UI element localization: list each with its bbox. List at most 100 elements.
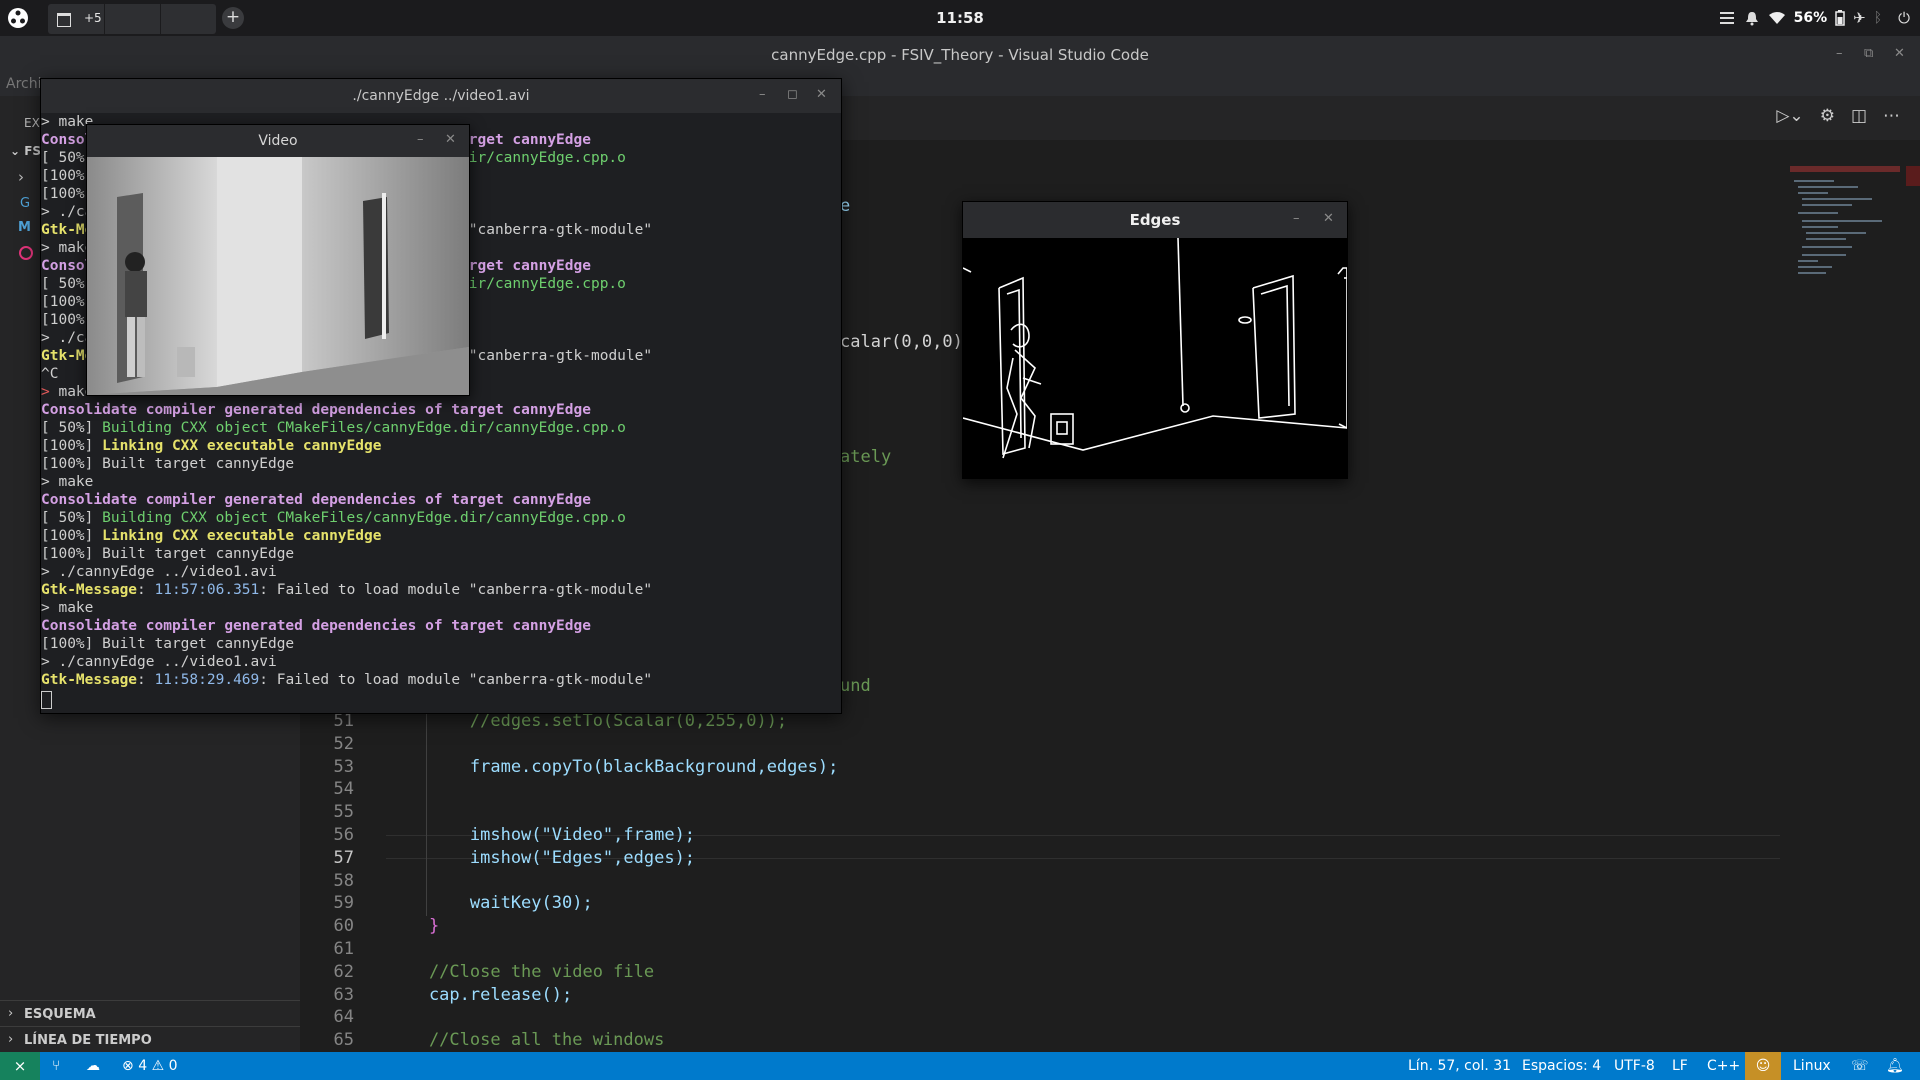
terminal-text: [100%]	[41, 438, 103, 454]
status-bar: ⨯ ⑂ ☁ ⊗ 4 ⚠ 0 Lín. 57, col. 31 Espacios:…	[0, 1052, 1920, 1080]
code-line: cap.release();	[388, 984, 573, 1005]
code-line: waitKey(30);	[388, 893, 593, 914]
minimize-icon[interactable]: –	[1293, 211, 1300, 226]
terminal-titlebar[interactable]: ./cannyEdge ../video1.avi – ◻ ✕	[41, 79, 841, 113]
minimize-icon[interactable]: –	[417, 132, 424, 147]
line-number: 60	[333, 916, 354, 937]
battery-icon[interactable]	[1835, 10, 1845, 26]
chevron-right-icon: ›	[8, 1032, 14, 1047]
source-control-icon[interactable]: ⑂	[52, 1058, 60, 1074]
terminal-line: > make	[41, 473, 93, 491]
end-of-line[interactable]: LF	[1672, 1058, 1688, 1074]
error-count: 4	[138, 1058, 148, 1074]
close-icon[interactable]: ✕	[816, 87, 827, 102]
code-fragment: und	[840, 676, 871, 696]
line-number: 63	[333, 984, 354, 1005]
airplane-icon[interactable]: ✈	[1853, 9, 1866, 27]
edges-window[interactable]: Edges – ✕	[962, 201, 1348, 479]
terminal-line: > make	[41, 599, 93, 617]
menu-item-file[interactable]: Archi	[6, 76, 42, 92]
terminal-line: Consolidate compiler generated dependenc…	[41, 401, 591, 419]
minimize-icon[interactable]: –	[759, 87, 766, 102]
taskbar-window-group[interactable]: +5	[48, 4, 216, 34]
video-window[interactable]: Video – ✕	[86, 124, 470, 396]
language-mode[interactable]: C++	[1707, 1058, 1740, 1074]
code-line: imshow("Edges",edges);	[388, 847, 696, 868]
restore-icon[interactable]: ⧉	[1864, 46, 1873, 61]
line-number: 64	[333, 1007, 354, 1028]
indentation[interactable]: Espacios: 4	[1522, 1058, 1601, 1074]
notifications-icon[interactable]: 🔔︎	[1886, 1058, 1904, 1074]
cursor-position[interactable]: Lín. 57, col. 31	[1408, 1058, 1511, 1074]
clock[interactable]: 11:58	[920, 9, 1000, 27]
chevron-right-icon[interactable]: ›	[18, 168, 24, 186]
taskbar-window-slot[interactable]	[104, 4, 161, 34]
cmake-file-icon[interactable]: M	[18, 220, 31, 235]
minimap[interactable]	[1790, 166, 1908, 286]
chevron-down-icon: ⌄	[10, 144, 25, 158]
line-number: 55	[333, 802, 354, 823]
battery-percentage[interactable]: 56%	[1794, 10, 1828, 26]
bluetooth-icon[interactable]: ᛒ	[1874, 10, 1882, 26]
more-actions-icon[interactable]: ⋯	[1883, 106, 1900, 126]
power-icon[interactable]: ⏻	[1898, 9, 1910, 27]
terminal-line: [100%] Built target cannyEdge	[41, 635, 294, 653]
edges-frame-image	[963, 238, 1347, 478]
add-workspace-button[interactable]: +	[222, 7, 244, 29]
terminal-text: Building CXX object CMakeFiles/cannyEdge…	[102, 420, 626, 436]
outline-section-label: ESQUEMA	[24, 1007, 96, 1022]
terminal-text: 11:58:29.469	[154, 672, 260, 688]
terminal-text: 11:57:06.351	[154, 582, 260, 598]
terminal-text: Linking CXX executable cannyEdge	[102, 528, 382, 544]
terminal-text: :	[137, 582, 155, 598]
window-title: cannyEdge.cpp - FSIV_Theory - Visual Stu…	[771, 46, 1149, 64]
sync-icon[interactable]: ☁	[86, 1058, 100, 1074]
gear-icon[interactable]: ⚙	[1820, 106, 1835, 126]
minimize-icon[interactable]: –	[1836, 46, 1843, 61]
video-titlebar[interactable]: Video – ✕	[87, 125, 469, 157]
terminal-line: Gtk-Message: 11:57:06.351: Failed to loa…	[41, 581, 652, 599]
platform[interactable]: Linux	[1793, 1058, 1831, 1074]
remote-indicator-icon[interactable]: ⨯	[0, 1052, 40, 1080]
taskbar-window-button[interactable]: +5	[48, 4, 105, 34]
line-number: 59	[333, 893, 354, 914]
terminal-text: :	[137, 672, 155, 688]
terminal-text: Gtk-Message	[41, 582, 138, 598]
split-editor-icon[interactable]: ◫	[1851, 106, 1867, 126]
editor-scrollbar[interactable]	[1906, 166, 1920, 186]
terminal-text: Consolidate compiler generated dependenc…	[41, 402, 591, 418]
close-icon[interactable]: ✕	[445, 132, 456, 147]
timeline-section[interactable]: › LÍNEA DE TIEMPO	[0, 1026, 300, 1053]
line-number: 58	[333, 870, 354, 891]
maximize-icon[interactable]: ◻	[787, 87, 798, 102]
terminal-line: [100%] Built target cannyEdge	[41, 545, 294, 563]
bell-icon[interactable]	[1744, 10, 1760, 26]
problems-indicator[interactable]: ⊗ 4 ⚠ 0	[122, 1058, 178, 1074]
cpp-file-icon[interactable]: G	[20, 196, 30, 211]
taskbar-window-slot[interactable]	[160, 4, 216, 34]
terminal-line: [100%] Linking CXX executable cannyEdge	[41, 437, 381, 455]
terminal-text: Consolidate compiler generated dependenc…	[41, 618, 591, 634]
close-icon[interactable]: ✕	[1894, 46, 1905, 61]
run-icon[interactable]: ▷⌄	[1776, 106, 1803, 126]
feedback-icon[interactable]: ☏	[1851, 1058, 1869, 1074]
chevron-right-icon: ›	[8, 1006, 14, 1021]
menu-icon[interactable]	[1719, 11, 1736, 25]
video-frame-image	[87, 157, 469, 395]
terminal-line: [100%] Linking CXX executable cannyEdge	[41, 527, 381, 545]
outline-section[interactable]: › ESQUEMA	[0, 1000, 300, 1027]
encoding[interactable]: UTF-8	[1614, 1058, 1655, 1074]
debug-record-icon[interactable]	[19, 246, 33, 260]
line-number: 65	[333, 1030, 354, 1051]
terminal-text: Gtk-Message	[41, 672, 138, 688]
terminal-cursor	[41, 691, 52, 709]
terminal-text: [100%] Built target cannyEdge	[41, 636, 295, 652]
close-icon[interactable]: ✕	[1323, 211, 1334, 226]
terminal-line: Consolidate compiler generated dependenc…	[41, 617, 591, 635]
wifi-icon[interactable]	[1768, 11, 1786, 25]
code-line: //edges.setTo(Scalar(0,255,0));	[388, 711, 788, 731]
terminal-line: [ 50%] Building CXX object CMakeFiles/ca…	[41, 419, 626, 437]
copilot-icon[interactable]: ☺	[1745, 1052, 1781, 1080]
code-fragment: calar(0,0,0)	[840, 332, 963, 352]
os-logo-icon[interactable]	[6, 6, 30, 30]
